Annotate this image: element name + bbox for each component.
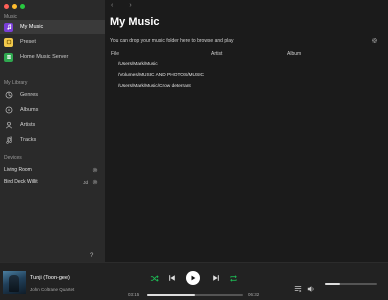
album-art[interactable]	[3, 271, 26, 294]
close-window-button[interactable]	[4, 4, 9, 9]
sidebar-item-tracks[interactable]: Tracks	[0, 133, 105, 147]
column-header-file[interactable]: File	[111, 51, 119, 57]
previous-icon[interactable]	[168, 274, 176, 282]
devices-section-label: Devices	[4, 155, 22, 161]
sidebar-item-label: Tracks	[20, 137, 37, 143]
forward-arrow-icon[interactable]: ›	[129, 2, 131, 9]
track-artist[interactable]: John Coltrane Quartet	[30, 287, 74, 292]
minimize-window-button[interactable]	[12, 4, 17, 9]
sidebar-item-label: Albums	[20, 107, 39, 113]
progress-fill	[147, 294, 195, 296]
device-item-bird-deck[interactable]: Bird Deck Willit Jd	[4, 176, 98, 188]
elapsed-time: 03:15	[128, 292, 140, 297]
player-bar: Tunji (Toon-gee) John Coltrane Quartet 0…	[0, 262, 388, 300]
sidebar-item-artists[interactable]: Artists	[0, 118, 105, 132]
sidebar-item-label: My Music	[20, 24, 44, 30]
device-name: Living Room	[4, 167, 32, 173]
column-header-album[interactable]: Album	[287, 51, 301, 57]
column-header-artist[interactable]: Artist	[211, 51, 222, 57]
device-name: Bird Deck Willit	[4, 179, 38, 185]
window-controls	[4, 4, 25, 9]
volume-icon[interactable]	[307, 280, 315, 298]
folder-row[interactable]: /Users/Mark/Music	[118, 62, 158, 67]
genres-icon	[4, 91, 13, 100]
library-section-label: My Library	[4, 80, 28, 86]
sidebar-item-label: Artists	[20, 122, 36, 128]
gear-icon[interactable]	[92, 179, 98, 185]
back-arrow-icon[interactable]: ‹	[111, 2, 113, 9]
gear-icon[interactable]	[371, 37, 378, 44]
sidebar-item-label: Preset	[20, 39, 36, 45]
sidebar-item-genres[interactable]: Genres	[0, 88, 105, 102]
zoom-window-button[interactable]	[20, 4, 25, 9]
track-title[interactable]: Tunji (Toon-gee)	[30, 275, 70, 281]
artist-icon	[4, 121, 13, 130]
sidebar-item-my-music[interactable]: My Music	[0, 20, 105, 34]
next-icon[interactable]	[212, 274, 220, 282]
gear-icon[interactable]	[92, 167, 98, 173]
music-note-icon	[4, 22, 13, 32]
navigation-arrows: ‹ ›	[111, 2, 132, 9]
sidebar-item-preset[interactable]: Preset	[0, 35, 105, 49]
device-item-living-room[interactable]: Living Room	[4, 164, 98, 176]
queue-icon[interactable]	[294, 280, 302, 298]
volume-slider[interactable]	[325, 283, 377, 285]
help-button[interactable]: ?	[90, 253, 93, 259]
repeat-icon[interactable]	[229, 274, 238, 283]
total-time: 06:32	[248, 292, 260, 297]
main-content: ‹ › My Music You can drop your music fol…	[105, 0, 388, 262]
sidebar: Music My Music Preset Home Music Server …	[0, 0, 105, 262]
device-badge: Jd	[83, 179, 88, 185]
shuffle-icon[interactable]	[150, 274, 159, 283]
server-icon	[4, 52, 13, 62]
preset-icon	[4, 37, 13, 47]
tracks-icon	[4, 136, 13, 145]
folder-row[interactable]: /Users/Mark/Music/Crow deterrant	[118, 84, 191, 89]
folder-row[interactable]: /Volumes/MUSIC AND PHOTOS/MUSIC	[118, 73, 204, 78]
progress-bar[interactable]	[147, 294, 243, 296]
sidebar-item-albums[interactable]: Albums	[0, 103, 105, 117]
volume-fill	[325, 283, 340, 285]
play-button[interactable]	[186, 271, 200, 285]
sidebar-item-home-music-server[interactable]: Home Music Server	[0, 50, 105, 64]
page-title: My Music	[110, 16, 160, 28]
drop-hint-text: You can drop your music folder here to b…	[110, 38, 234, 44]
sidebar-item-label: Home Music Server	[20, 54, 69, 60]
play-icon	[191, 275, 196, 281]
sidebar-item-label: Genres	[20, 92, 39, 98]
album-icon	[4, 106, 13, 115]
